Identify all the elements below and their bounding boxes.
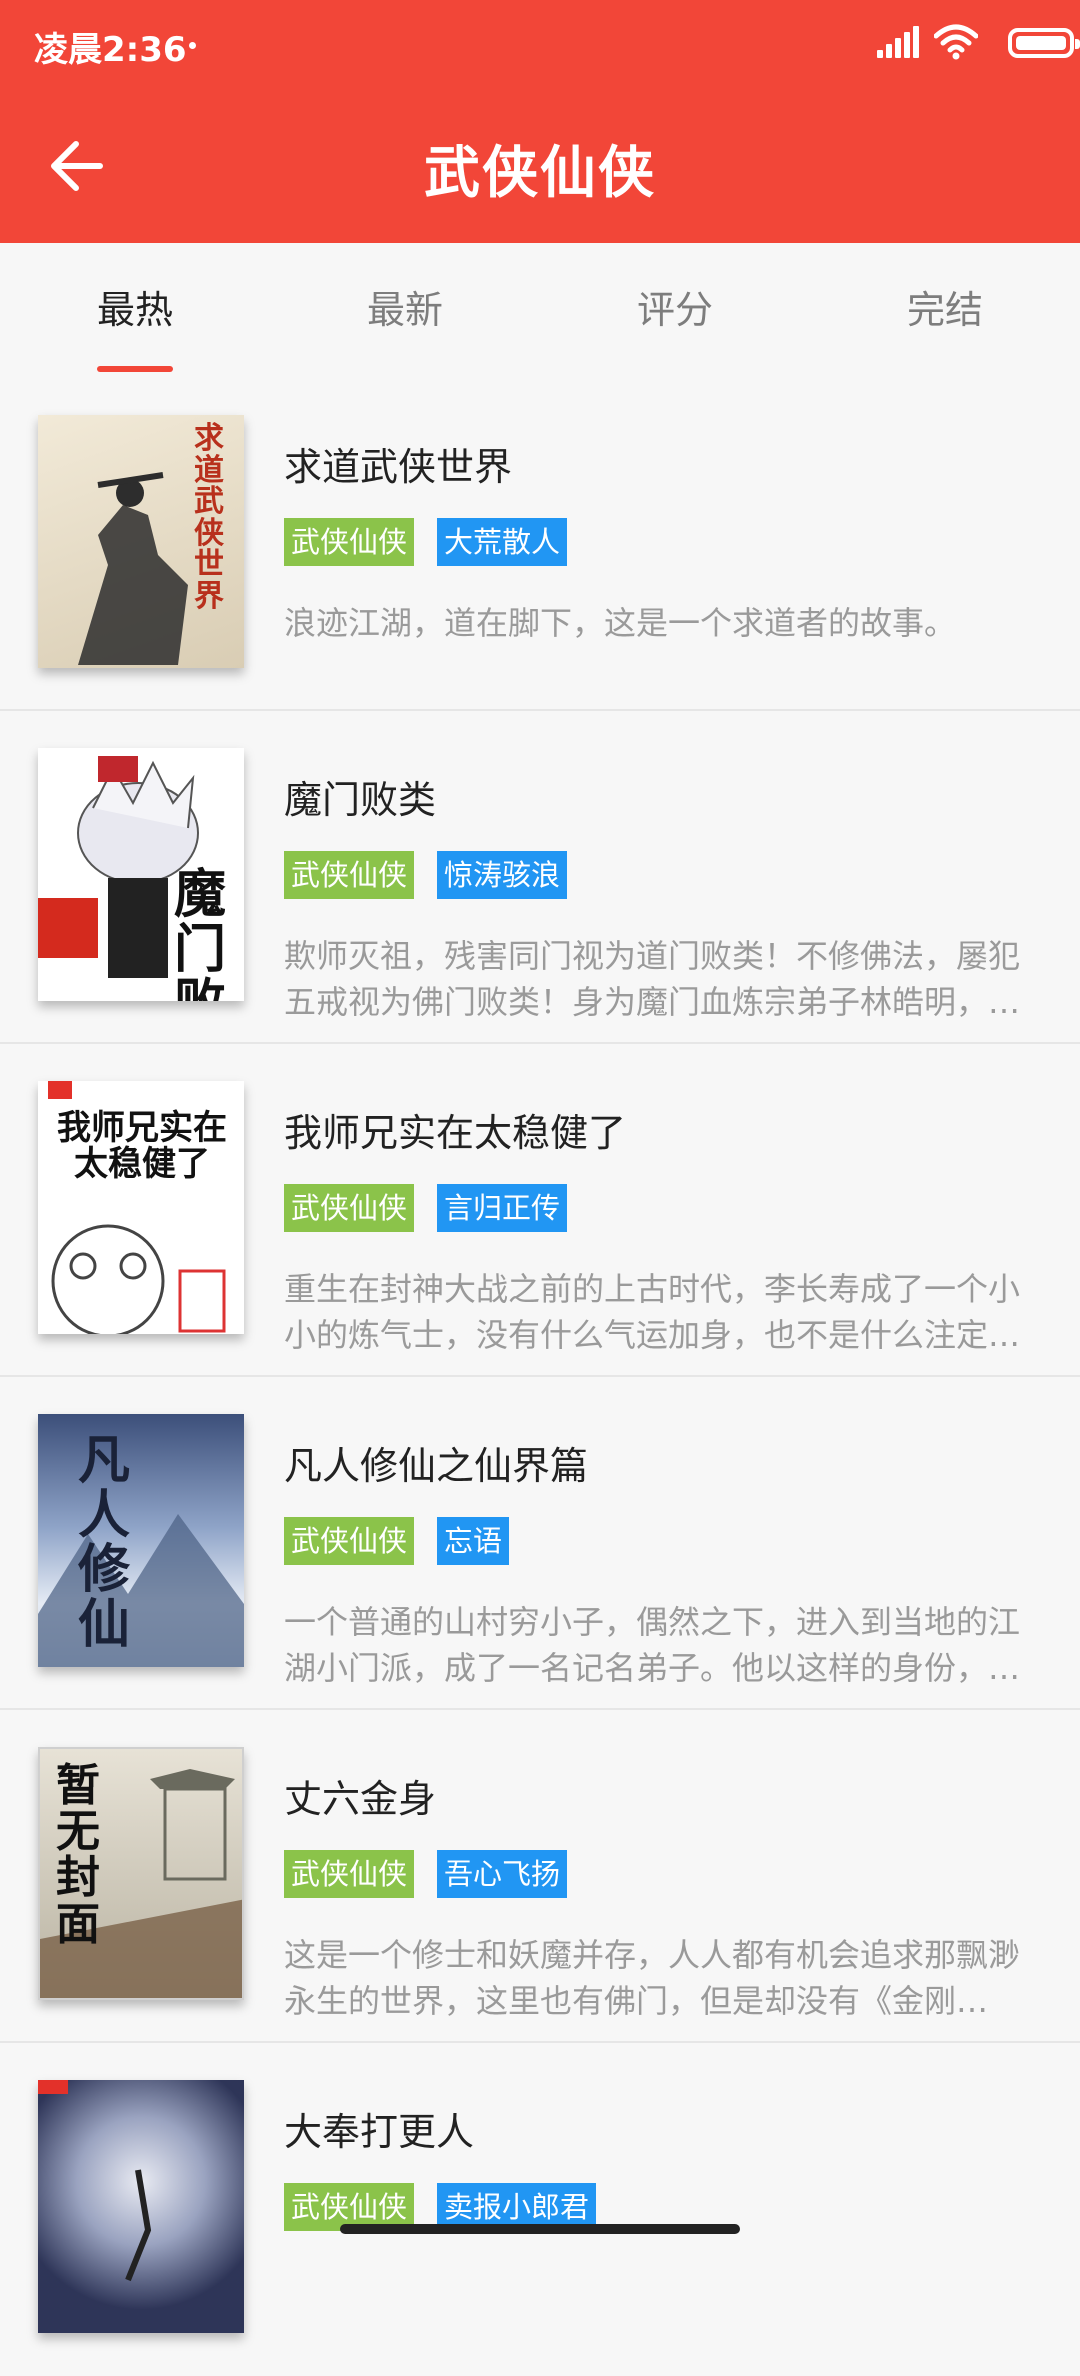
book-item[interactable]: 求道武侠世界 求道武侠世界 武侠仙侠 大荒散人 浪迹江湖，道在脚下，这是一个求道者… — [0, 378, 1080, 711]
book-item[interactable]: 凡人修仙 凡人修仙之仙界篇 武侠仙侠 忘语 一个普通的山村穷小子，偶然之下，进入到… — [0, 1377, 1080, 1710]
book-item[interactable]: 我师兄实在太稳健了 我师兄实在太稳健了 武侠仙侠 言归正传 重生在封神大战之前的上… — [0, 1044, 1080, 1377]
author-tag[interactable]: 吾心飞扬 — [437, 1850, 568, 1898]
category-tag[interactable]: 武侠仙侠 — [284, 851, 415, 899]
tab-indicator — [97, 366, 173, 372]
tag-group: 武侠仙侠 言归正传 — [284, 1184, 590, 1232]
book-item[interactable]: 暂无封面 丈六金身 武侠仙侠 吾心飞扬 这是一个修士和妖魔并存，人人都有机会追求那… — [0, 1710, 1080, 2043]
book-cover: 暂无封面 — [38, 1747, 244, 2000]
author-tag[interactable]: 大荒散人 — [437, 518, 568, 566]
cover-title: 魔门败类 — [174, 864, 227, 1001]
category-tag[interactable]: 武侠仙侠 — [284, 518, 415, 566]
home-indicator[interactable] — [340, 2224, 740, 2234]
wifi-icon — [934, 24, 978, 60]
tag-group: 武侠仙侠 惊涛骇浪 — [284, 851, 590, 899]
tab-hottest[interactable]: 最热 — [0, 243, 270, 378]
book-title: 凡人修仙之仙界篇 — [284, 1444, 589, 1488]
cover-title: 凡人修仙 — [78, 1430, 131, 1655]
book-cover: 魔门败类 — [38, 748, 244, 1001]
tab-completed[interactable]: 完结 — [810, 243, 1080, 378]
book-cover: 求道武侠世界 — [38, 415, 244, 668]
tab-label: 评分 — [636, 288, 713, 332]
book-title: 魔门败类 — [284, 778, 437, 822]
book-cover: 凡人修仙 — [38, 1414, 244, 1667]
cover-title: 暂无封面 — [56, 1760, 100, 1950]
book-item[interactable]: 大奉打更人 武侠仙侠 卖报小郎君 — [0, 2043, 1080, 2376]
category-tag[interactable]: 武侠仙侠 — [284, 1850, 415, 1898]
tag-group: 武侠仙侠 吾心飞扬 — [284, 1850, 590, 1898]
author-tag[interactable]: 惊涛骇浪 — [437, 851, 568, 899]
book-cover — [38, 2080, 244, 2333]
book-description: 一个普通的山村穷小子，偶然之下，进入到当地的江湖小门派，成了一名记名弟子。他以这… — [284, 1603, 1021, 1687]
book-list: 求道武侠世界 求道武侠世界 武侠仙侠 大荒散人 浪迹江湖，道在脚下，这是一个求道者… — [0, 378, 1080, 2376]
book-title: 求道武侠世界 — [284, 445, 513, 489]
book-title: 我师兄实在太稳健了 — [284, 1111, 627, 1155]
book-cover: 我师兄实在太稳健了 — [38, 1081, 244, 1334]
book-description: 重生在封神大战之前的上古时代，李长寿成了一个小小的炼气士，没有什么气运加身，也不… — [284, 1270, 1021, 1354]
tab-newest[interactable]: 最新 — [270, 243, 540, 378]
book-description: 浪迹江湖，道在脚下，这是一个求道者的故事。 — [284, 604, 957, 642]
book-description: 欺师灭祖，残害同门视为道门败类！不修佛法，屡犯五戒视为佛门败类！身为魔门血炼宗弟… — [284, 937, 1021, 1021]
cover-title: 我师兄实在太稳健了 — [57, 1108, 227, 1184]
book-description: 这是一个修士和妖魔并存，人人都有机会追求那飘渺永生的世界，这里也有佛门，但是却没… — [284, 1936, 1021, 2020]
cover-title: 求道武侠世界 — [194, 421, 224, 614]
tab-rating[interactable]: 评分 — [540, 243, 810, 378]
book-title: 丈六金身 — [284, 1777, 437, 1821]
tab-bar: 最热 最新 评分 完结 — [0, 243, 1080, 378]
notification-dot — [189, 42, 196, 49]
book-item[interactable]: 魔门败类 魔门败类 武侠仙侠惊涛骇浪 欺师灭祖，残害同门视为道门败类！不修佛法，… — [0, 711, 1080, 1044]
tab-label: 最热 — [96, 288, 173, 332]
tag-group: 武侠仙侠 忘语 — [284, 1517, 532, 1565]
app-header: 凌晨2:36 武侠仙侠 — [0, 0, 1080, 243]
page-title: 武侠仙侠 — [424, 141, 656, 206]
status-time: 凌晨2:36 — [34, 30, 187, 70]
category-tag[interactable]: 武侠仙侠 — [284, 1517, 415, 1565]
signal-icon — [877, 26, 919, 58]
author-tag[interactable]: 言归正传 — [437, 1184, 568, 1232]
author-tag[interactable]: 忘语 — [437, 1517, 510, 1565]
tab-label: 最新 — [366, 288, 443, 332]
category-tag[interactable]: 武侠仙侠 — [284, 1184, 415, 1232]
book-title: 大奉打更人 — [284, 2110, 475, 2154]
tag-group: 武侠仙侠 大荒散人 — [284, 518, 590, 566]
battery-icon — [1008, 28, 1080, 58]
tab-label: 完结 — [906, 288, 983, 332]
